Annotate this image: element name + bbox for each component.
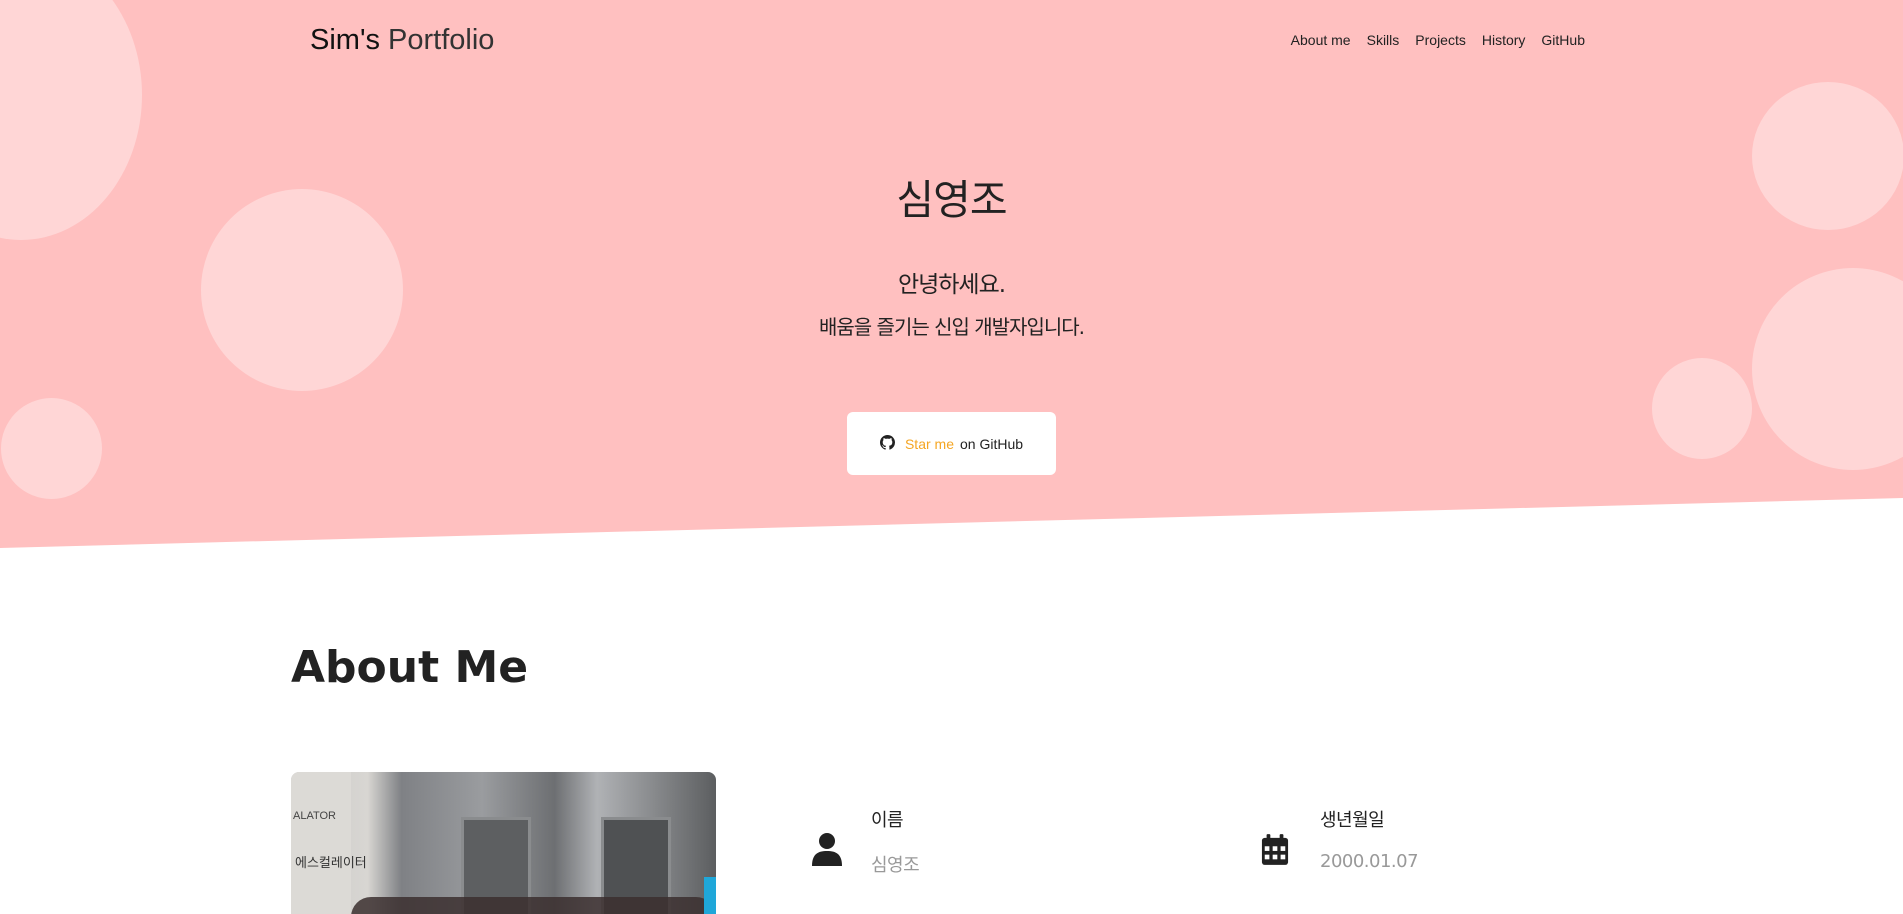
hero-name: 심영조 — [896, 176, 1007, 224]
nav-link-skills[interactable]: Skills — [1367, 32, 1400, 48]
crowd — [351, 897, 716, 914]
hero-section: 심영조 안녕하세요. 배움을 즐기는 신입 개발자입니다. Star me on… — [0, 0, 1903, 548]
info-label-birthday: 생년월일 — [1320, 810, 1385, 831]
hero-greeting: 안녕하세요. — [897, 272, 1006, 298]
star-me-text: Star me — [904, 435, 954, 452]
nav-links: About me Skills Projects History GitHub — [1291, 32, 1585, 48]
decorative-circle — [1, 398, 102, 499]
about-me-title: About Me — [291, 642, 529, 693]
info-label-name: 이름 — [871, 810, 904, 831]
nav-link-projects[interactable]: Projects — [1415, 32, 1466, 48]
nav-link-about-me[interactable]: About me — [1291, 32, 1351, 48]
nav-link-history[interactable]: History — [1482, 32, 1526, 48]
profile-photo: ALATOR 에스컬레이터 — [291, 772, 716, 914]
decorative-circle — [1652, 358, 1752, 459]
nav-link-github[interactable]: GitHub — [1541, 32, 1585, 48]
brand-thin: Portfolio — [388, 24, 495, 56]
sign-text-en: ALATOR — [293, 810, 336, 822]
screen — [704, 877, 716, 914]
sign-text-ko: 에스컬레이터 — [295, 855, 367, 870]
hero-tagline: 배움을 즐기는 신입 개발자입니다. — [818, 315, 1085, 339]
github-icon — [879, 434, 899, 453]
brand-logo[interactable]: Sim's Portfolio — [310, 24, 494, 57]
brand-main: Sim's — [310, 24, 380, 56]
navbar: Sim's Portfolio About me Skills Projects… — [0, 0, 1903, 84]
star-on-github-button[interactable]: Star me on GitHub — [847, 412, 1056, 475]
calendar-icon — [1261, 833, 1291, 867]
on-github-text: on GitHub — [959, 435, 1024, 452]
escalator-sign — [291, 772, 351, 914]
user-icon — [812, 832, 842, 866]
info-value-birthday: 2000.01.07 — [1320, 851, 1419, 872]
info-value-name: 심영조 — [871, 855, 920, 876]
